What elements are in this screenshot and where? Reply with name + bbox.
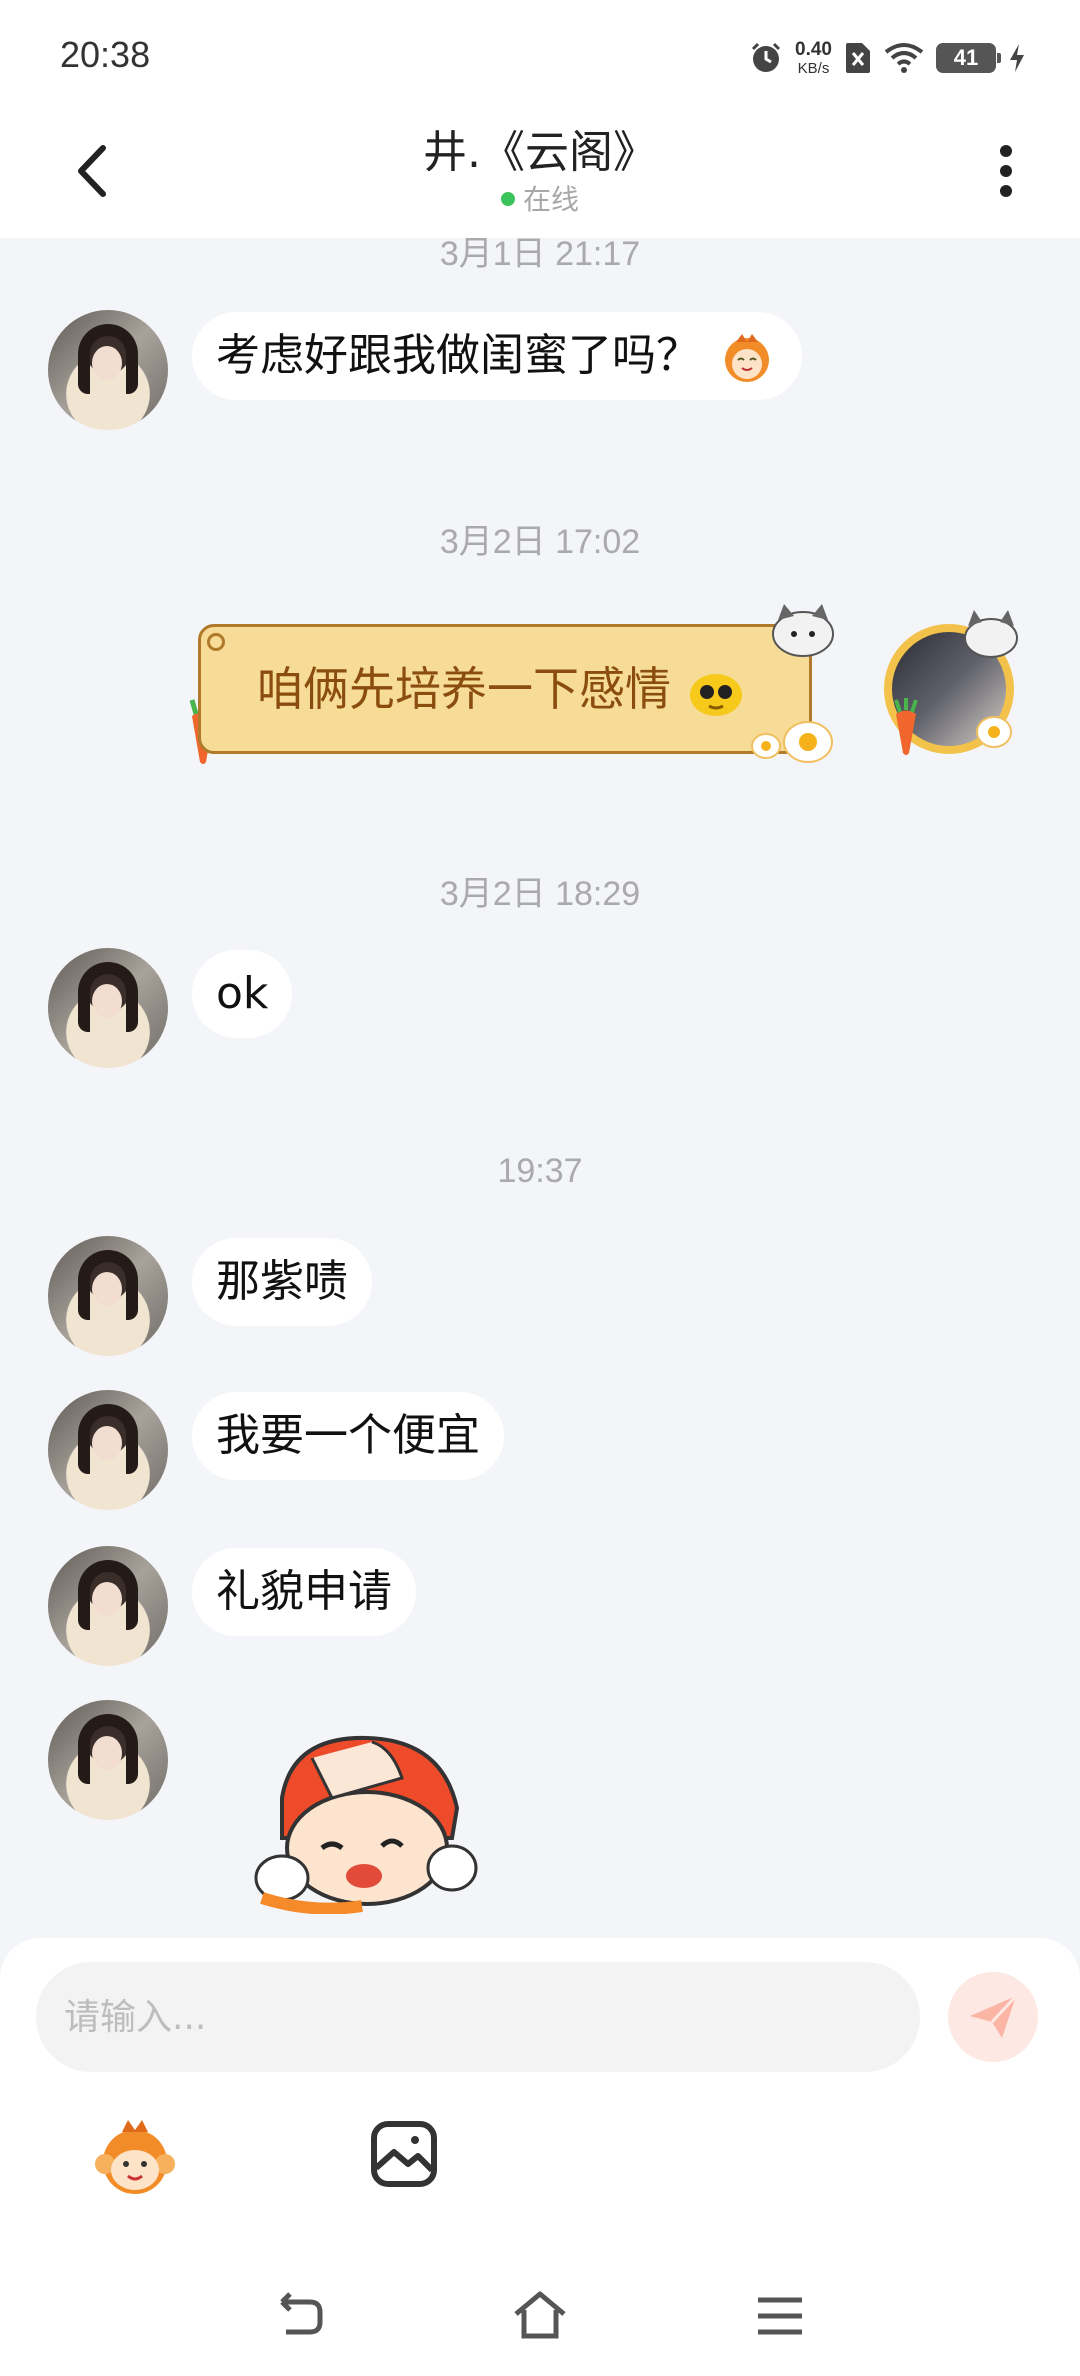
chat-header: 井.《云阁》 在线 — [0, 112, 1080, 238]
timestamp: 19:37 — [497, 1152, 583, 1190]
cat-sticker-icon — [964, 610, 1018, 658]
message-text: 礼貌申请 — [216, 1566, 392, 1617]
outgoing-message-bubble[interactable]: 咱俩先培养一下感情 — [198, 624, 812, 754]
timestamp: 3月2日 17:02 — [439, 523, 641, 561]
message-text: 那紫啧 — [216, 1256, 348, 1307]
image-button[interactable] — [368, 2118, 440, 2190]
timestamp: 3月2日 18:29 — [439, 875, 641, 913]
home-nav-icon[interactable] — [510, 2286, 570, 2346]
send-icon — [970, 1994, 1018, 2038]
avatar[interactable] — [48, 310, 168, 430]
monkey-sticker[interactable] — [252, 1728, 482, 1914]
status-bar: 20:38 0.40 KB/s 41 — [0, 0, 1080, 112]
status-time: 20:38 — [60, 34, 151, 75]
net-speed: 0.40 KB/s — [795, 39, 832, 77]
image-icon — [371, 2121, 437, 2187]
status-icons: 0.40 KB/s 41 — [749, 36, 1026, 80]
carrot-sticker-icon — [894, 698, 918, 755]
online-status: 在线 — [0, 178, 1080, 218]
avatar[interactable] — [48, 1236, 168, 1356]
message-bubble[interactable]: ok — [192, 950, 293, 1038]
online-status-label: 在线 — [522, 183, 579, 216]
avatar[interactable] — [48, 948, 168, 1068]
message-bubble[interactable]: 礼貌申请 — [192, 1548, 416, 1636]
alarm-icon — [751, 42, 781, 72]
message-list[interactable]: 3月1日 21:17 考虑好跟我做闺蜜了吗？ 3月2日 17:02 咱俩先培养一… — [0, 238, 1080, 1938]
message-text: 我要一个便宜 — [216, 1410, 480, 1461]
message-bubble[interactable]: 考虑好跟我做闺蜜了吗？ — [192, 312, 802, 400]
monkey-emoji-icon — [95, 2120, 175, 2194]
cat-sticker-icon — [772, 604, 834, 657]
egg-sticker-icon — [751, 721, 833, 763]
message-text: 咱俩先培养一下感情 — [257, 662, 671, 716]
more-options-button[interactable] — [976, 136, 1036, 206]
yellow-face-icon — [690, 673, 742, 716]
message-text: 考虑好跟我做闺蜜了吗？ — [216, 330, 700, 381]
avatar[interactable] — [48, 1390, 168, 1510]
message-bubble[interactable]: 我要一个便宜 — [192, 1392, 504, 1480]
egg-sticker-icon — [976, 716, 1012, 748]
message-bubble[interactable]: 那紫啧 — [192, 1238, 372, 1326]
message-text: ok — [216, 968, 269, 1019]
chat-title: 井.《云阁》 — [423, 127, 657, 178]
menu-nav-icon[interactable] — [750, 2286, 810, 2346]
no-sim-icon — [846, 43, 870, 73]
charging-icon — [1010, 44, 1024, 72]
battery-icon: 41 — [936, 43, 1001, 73]
send-button[interactable] — [948, 1972, 1038, 2062]
emoji-button[interactable] — [92, 2118, 178, 2198]
online-dot-icon — [500, 192, 515, 206]
message-input[interactable] — [36, 1962, 920, 2072]
avatar[interactable] — [48, 1546, 168, 1666]
monkey-face-icon — [725, 334, 769, 382]
timestamp: 3月1日 21:17 — [439, 238, 641, 273]
wifi-icon — [884, 43, 924, 73]
avatar[interactable] — [48, 1700, 168, 1820]
pin-decoration-icon — [207, 633, 225, 651]
system-nav-bar — [0, 2270, 1080, 2376]
back-nav-icon[interactable] — [270, 2286, 330, 2346]
more-vertical-icon — [1000, 145, 1012, 197]
